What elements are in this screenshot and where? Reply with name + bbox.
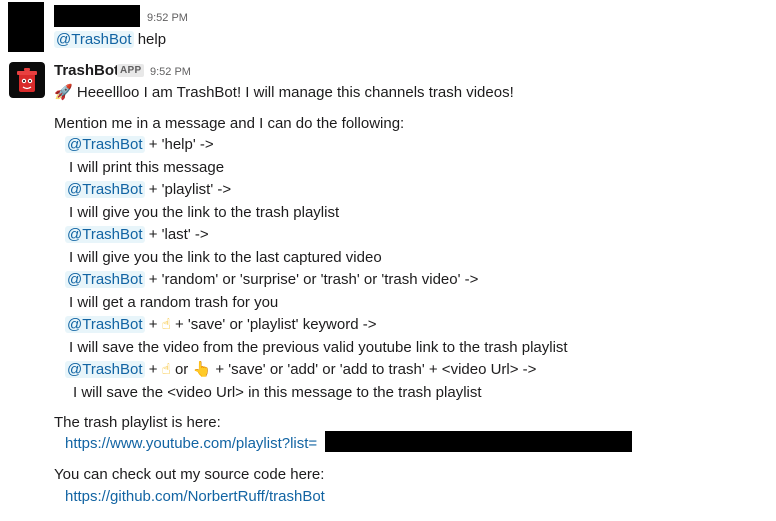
bot-mention[interactable]: @TrashBot [65, 271, 145, 288]
user-avatar-redacted[interactable] [8, 2, 44, 52]
bot-mention[interactable]: @TrashBot [65, 316, 145, 333]
command-text: + 'save' or 'add' or 'add to trash' + <v… [211, 361, 537, 378]
command-text: + 'random' or 'surprise' or 'trash' or '… [144, 271, 479, 288]
bot-mention[interactable]: @TrashBot [65, 361, 145, 378]
app-badge: APP [117, 64, 145, 77]
playlist-link[interactable]: https://www.youtube.com/playlist?list= [65, 433, 317, 455]
source-label: You can check out my source code here: [54, 466, 325, 483]
bot-mention[interactable]: @TrashBot [65, 136, 145, 153]
command-help-desc: I will print this message [69, 159, 225, 176]
command-add-desc: I will save the <video Url> in this mess… [73, 384, 482, 401]
command-help: @TrashBot + 'help' -> [65, 134, 214, 156]
command-save: @TrashBot + ☝ + 'save' or 'playlist' key… [65, 316, 377, 333]
command-text: + 'last' -> [144, 226, 209, 243]
greeting-text: Heeellloo I am TrashBot! I will manage t… [76, 84, 514, 101]
message-body: @TrashBot help [54, 29, 166, 51]
trash-can-icon [17, 68, 37, 92]
pointing-up-icon: ☝ [161, 316, 171, 333]
command-last-desc: I will give you the link to the last cap… [69, 249, 382, 266]
command-playlist: @TrashBot + 'playlist' -> [65, 179, 231, 201]
command-text: + 'playlist' -> [144, 181, 232, 198]
playlist-id-redacted [325, 431, 632, 452]
command-text: + 'help' -> [144, 136, 214, 153]
command-last: @TrashBot + 'last' -> [65, 224, 209, 246]
bot-sender-name[interactable]: TrashBot [54, 62, 119, 79]
rocket-icon: 🚀 [54, 84, 73, 101]
username-redacted[interactable] [54, 5, 140, 27]
message-text: help [133, 31, 167, 48]
trashbot-avatar[interactable] [9, 62, 45, 98]
bot-mention[interactable]: @TrashBot [54, 31, 134, 48]
pointing-up-icon: ☝ [161, 361, 171, 378]
command-playlist-desc: I will give you the link to the trash pl… [69, 204, 340, 221]
playlist-label: The trash playlist is here: [54, 414, 221, 431]
command-random: @TrashBot + 'random' or 'surprise' or 't… [65, 269, 478, 291]
intro-text: Mention me in a message and I can do the… [54, 115, 405, 132]
message-timestamp[interactable]: 9:52 PM [147, 12, 188, 24]
bot-message-timestamp[interactable]: 9:52 PM [150, 66, 191, 78]
bot-mention[interactable]: @TrashBot [65, 226, 145, 243]
command-save-desc: I will save the video from the previous … [69, 339, 568, 356]
backhand-pointing-up-icon: 👆 [192, 361, 212, 378]
bot-mention[interactable]: @TrashBot [65, 181, 145, 198]
command-text: + 'save' or 'playlist' keyword -> [170, 316, 377, 333]
command-add: @TrashBot + ☝ or 👆 + 'save' or 'add' or … [65, 361, 537, 378]
command-random-desc: I will get a random trash for you [69, 294, 279, 311]
greeting-line: 🚀 Heeellloo I am TrashBot! I will manage… [54, 82, 514, 104]
source-link[interactable]: https://github.com/NorbertRuff/trashBot [65, 486, 325, 508]
or-text: or [170, 361, 193, 378]
